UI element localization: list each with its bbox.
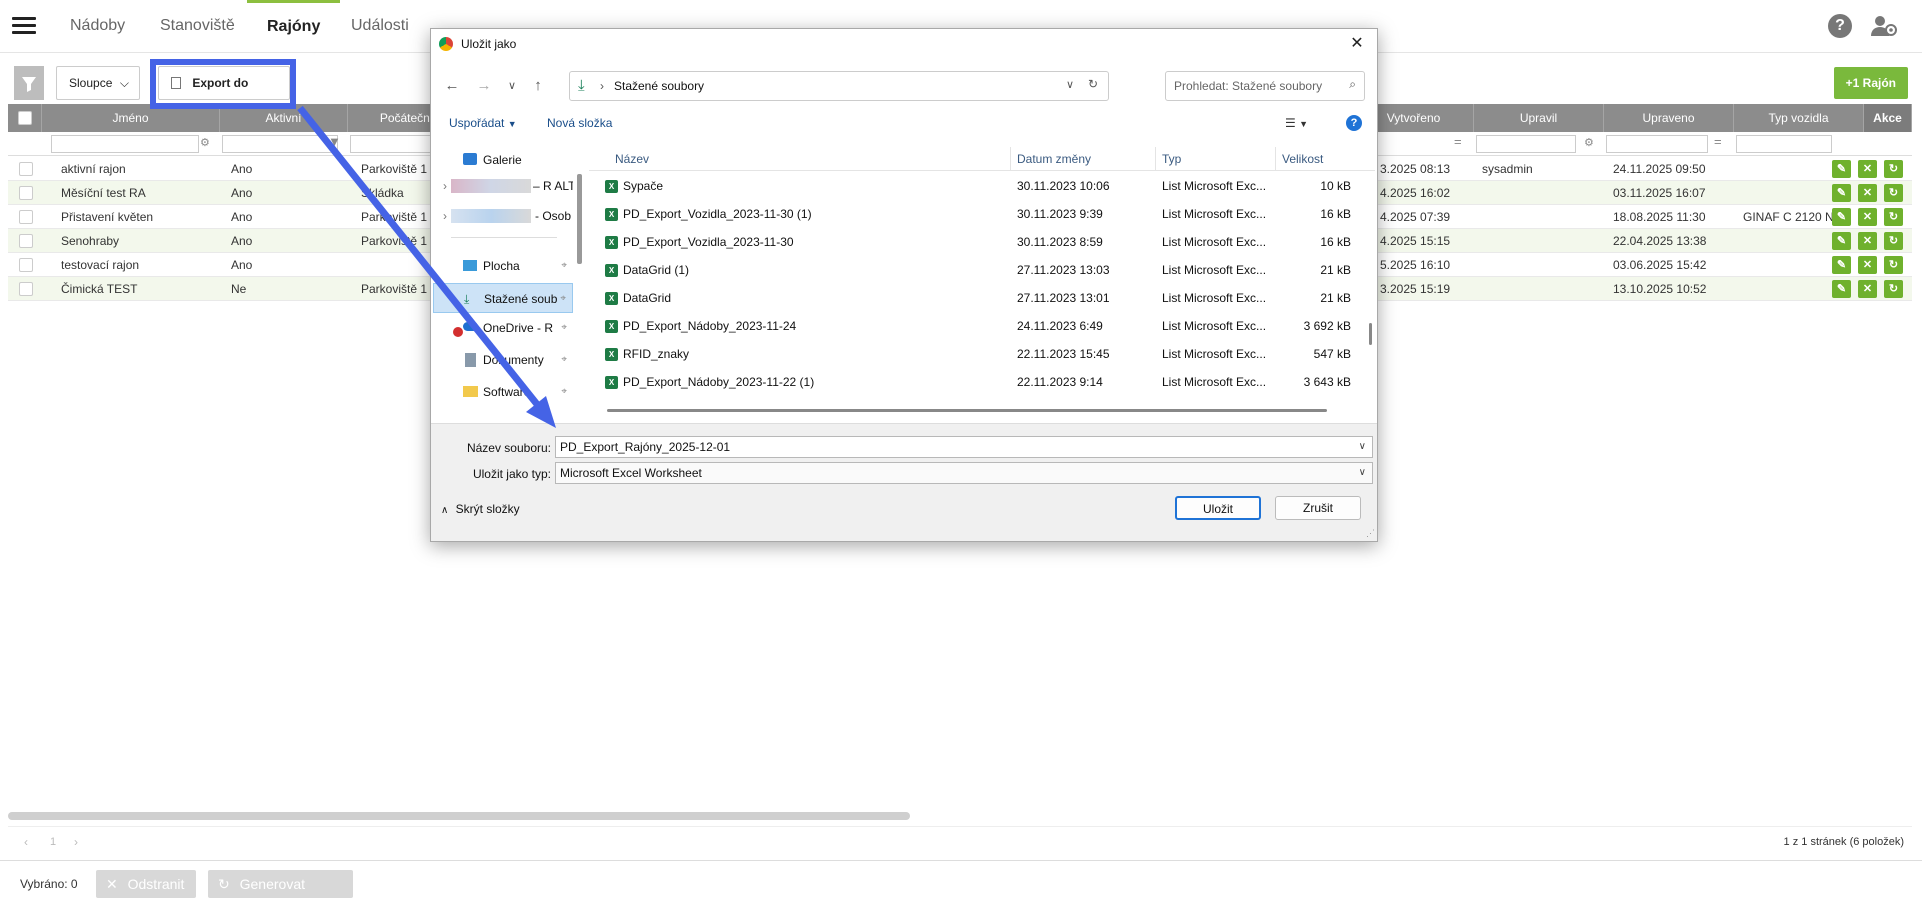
annotation-arrow [297,105,556,428]
